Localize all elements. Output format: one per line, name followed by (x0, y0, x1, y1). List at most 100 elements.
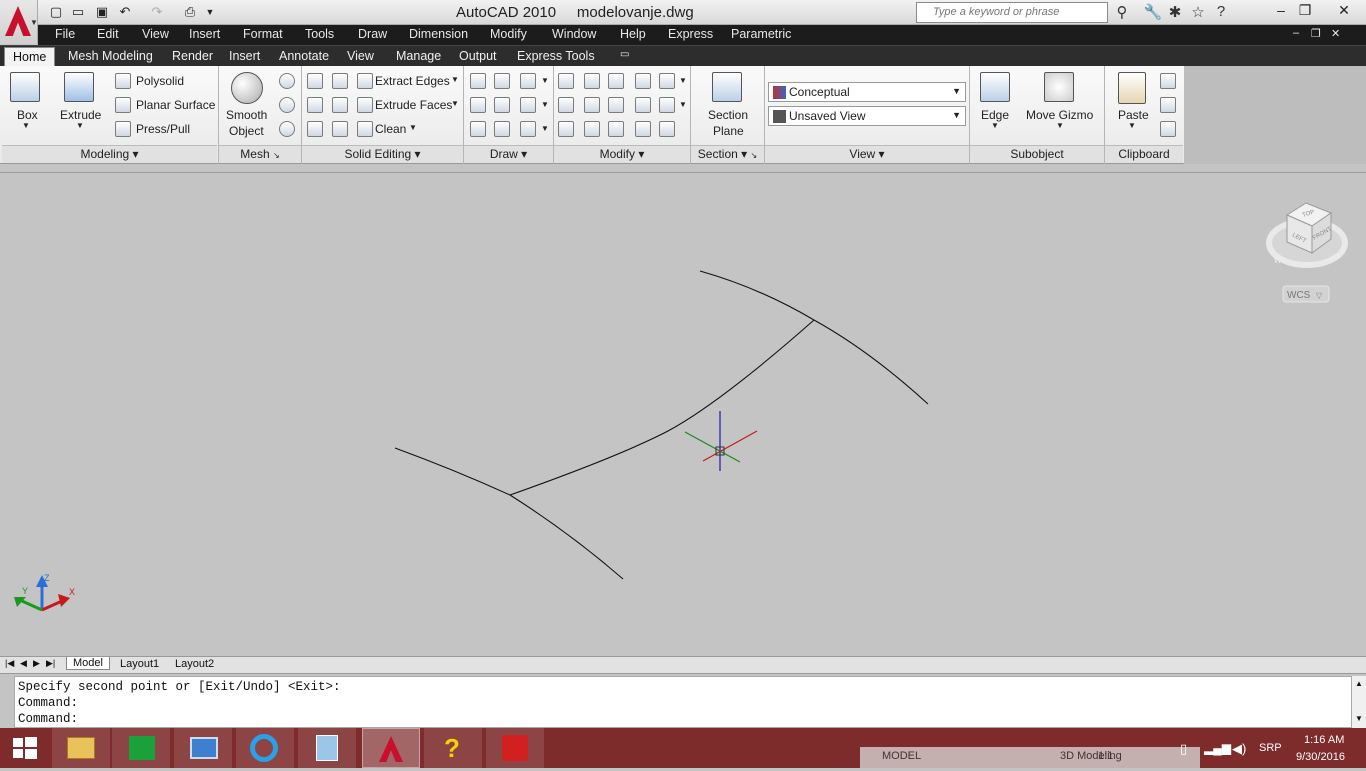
copy-icon[interactable] (1160, 97, 1176, 113)
clock-time[interactable]: 1:16 AM (1304, 734, 1344, 746)
favorites-star-icon[interactable]: ☆ (1188, 3, 1208, 21)
doc-close-icon[interactable]: ✕ (1331, 27, 1340, 40)
menu-edit[interactable]: Edit (97, 27, 119, 41)
taskbar-autocad[interactable] (362, 728, 420, 768)
menu-parametric[interactable]: Parametric (731, 27, 791, 41)
taskbar-help[interactable]: ? (424, 728, 482, 768)
mesh-refine-icon[interactable] (279, 97, 295, 113)
cut-icon[interactable] (1160, 73, 1176, 89)
intersect-icon[interactable] (307, 121, 323, 137)
binoculars-icon[interactable]: ⚲ (1112, 3, 1132, 21)
section-plane-label-2[interactable]: Plane (713, 124, 744, 138)
panel-title-solid-editing[interactable]: Solid Editing ▾ (302, 145, 463, 163)
3d-array-icon[interactable] (558, 121, 574, 137)
panel-title-section[interactable]: Section ▾ ↘ (691, 145, 764, 163)
stretch-icon[interactable] (659, 121, 675, 137)
spline-icon[interactable] (470, 97, 486, 113)
explode-icon[interactable] (659, 73, 675, 89)
3d-align-icon[interactable] (558, 97, 574, 113)
line-icon[interactable] (494, 97, 510, 113)
next-tab-icon[interactable]: ▶ (33, 658, 40, 669)
open-file-icon[interactable]: ▭ (70, 4, 86, 20)
tab-express-tools[interactable]: Express Tools (517, 49, 595, 63)
taskbar-control-panel[interactable] (174, 728, 232, 768)
chevron-down-icon[interactable]: ▼ (451, 99, 459, 108)
model-space-toggle[interactable]: MODEL (882, 750, 921, 762)
box-button[interactable]: Box (17, 108, 38, 122)
match-properties-icon[interactable] (635, 121, 651, 137)
tab-layout2[interactable]: Layout2 (175, 658, 214, 670)
panel-title-draw[interactable]: Draw ▾ (464, 145, 553, 163)
tab-mesh-modeling[interactable]: Mesh Modeling (68, 49, 153, 63)
move-gizmo-button[interactable]: Move Gizmo (1026, 108, 1093, 122)
taskbar-file-explorer[interactable] (52, 728, 110, 768)
tab-view[interactable]: View (347, 49, 374, 63)
rotate-icon[interactable] (608, 97, 624, 113)
taskbar-internet-explorer[interactable] (236, 728, 294, 768)
3d-move-icon[interactable] (558, 73, 574, 89)
slice-icon[interactable] (332, 97, 348, 113)
smooth-object-label-1[interactable]: Smooth (226, 108, 267, 122)
mesh-primitive-icon[interactable] (279, 73, 295, 89)
menu-view[interactable]: View (142, 27, 169, 41)
start-button[interactable] (0, 728, 50, 768)
copy-to-clipboard-icon[interactable] (1160, 121, 1176, 137)
polygon-icon[interactable] (470, 121, 486, 137)
tab-output[interactable]: Output (459, 49, 497, 63)
3d-mirror-icon[interactable] (584, 97, 600, 113)
drawing-canvas[interactable]: Z X Y TOP LEFT FRONT W WCS ▽ (0, 173, 1366, 657)
thicken-icon[interactable] (332, 121, 348, 137)
scroll-down-icon[interactable]: ▼ (1355, 714, 1363, 723)
first-tab-icon[interactable]: |◀ (5, 658, 14, 669)
menu-express[interactable]: Express (668, 27, 713, 41)
press-pull-button[interactable]: Press/Pull (136, 122, 190, 136)
doc-minimize-icon[interactable]: – (1293, 27, 1299, 39)
smooth-object-icon[interactable] (231, 72, 263, 104)
trim-icon[interactable] (635, 73, 651, 89)
application-menu-button[interactable]: ▼ (0, 0, 38, 44)
wcs-label[interactable]: WCS (1287, 290, 1311, 301)
chevron-down-icon[interactable]: ▼ (409, 123, 417, 132)
save-icon[interactable]: ▣ (94, 4, 110, 20)
clean-button[interactable]: Clean (375, 122, 406, 136)
rectangle-icon[interactable] (494, 121, 510, 137)
network-icon[interactable]: ▂▄▆ (1204, 741, 1231, 755)
tab-insert[interactable]: Insert (229, 49, 260, 63)
new-file-icon[interactable]: ▢ (48, 4, 64, 20)
undo-icon[interactable]: ↶ (117, 4, 133, 20)
drawing-viewport[interactable]: Z X Y TOP LEFT FRONT W WCS ▽ (0, 172, 1366, 656)
menu-tools[interactable]: Tools (305, 27, 334, 41)
extrude-faces-icon[interactable] (357, 97, 373, 113)
polyline-icon[interactable] (470, 73, 486, 89)
extract-edges-icon[interactable] (357, 73, 373, 89)
communication-center-icon[interactable]: ✱ (1165, 3, 1185, 21)
doc-restore-icon[interactable]: ❐ (1311, 27, 1321, 40)
menu-modify[interactable]: Modify (490, 27, 527, 41)
scale-icon[interactable] (608, 121, 624, 137)
command-prompt-line[interactable]: Command: (18, 711, 1351, 727)
paste-button[interactable]: Paste (1118, 108, 1149, 122)
modify-dropdown-icon[interactable]: ▼ (679, 76, 687, 85)
tab-manage[interactable]: Manage (396, 49, 441, 63)
device-icon[interactable]: ▯ (1180, 741, 1187, 757)
mesh-crease-icon[interactable] (279, 121, 295, 137)
clock-date[interactable]: 9/30/2016 (1296, 751, 1345, 763)
menu-draw[interactable]: Draw (358, 27, 387, 41)
tab-annotate[interactable]: Annotate (279, 49, 329, 63)
union-icon[interactable] (307, 73, 323, 89)
chevron-down-icon[interactable]: ▼ (451, 75, 459, 84)
menu-insert[interactable]: Insert (189, 27, 220, 41)
ellipse-dropdown-icon[interactable]: ▼ (541, 124, 549, 133)
curve-bottom-left[interactable] (394, 447, 511, 496)
redo-icon[interactable]: ↷ (149, 4, 165, 20)
restore-icon[interactable]: ❐ (1290, 0, 1320, 22)
tab-layout1[interactable]: Layout1 (120, 658, 159, 670)
circle-icon[interactable] (520, 97, 536, 113)
section-plane-label-1[interactable]: Section (708, 108, 748, 122)
chevron-down-icon[interactable]: ▽ (1316, 291, 1323, 300)
paste-icon[interactable] (1118, 72, 1146, 104)
subtract-icon[interactable] (307, 97, 323, 113)
arc-dropdown-icon[interactable]: ▼ (541, 76, 549, 85)
search-input[interactable]: Type a keyword or phrase (916, 2, 1108, 23)
extrude-faces-button[interactable]: Extrude Faces (375, 98, 452, 112)
